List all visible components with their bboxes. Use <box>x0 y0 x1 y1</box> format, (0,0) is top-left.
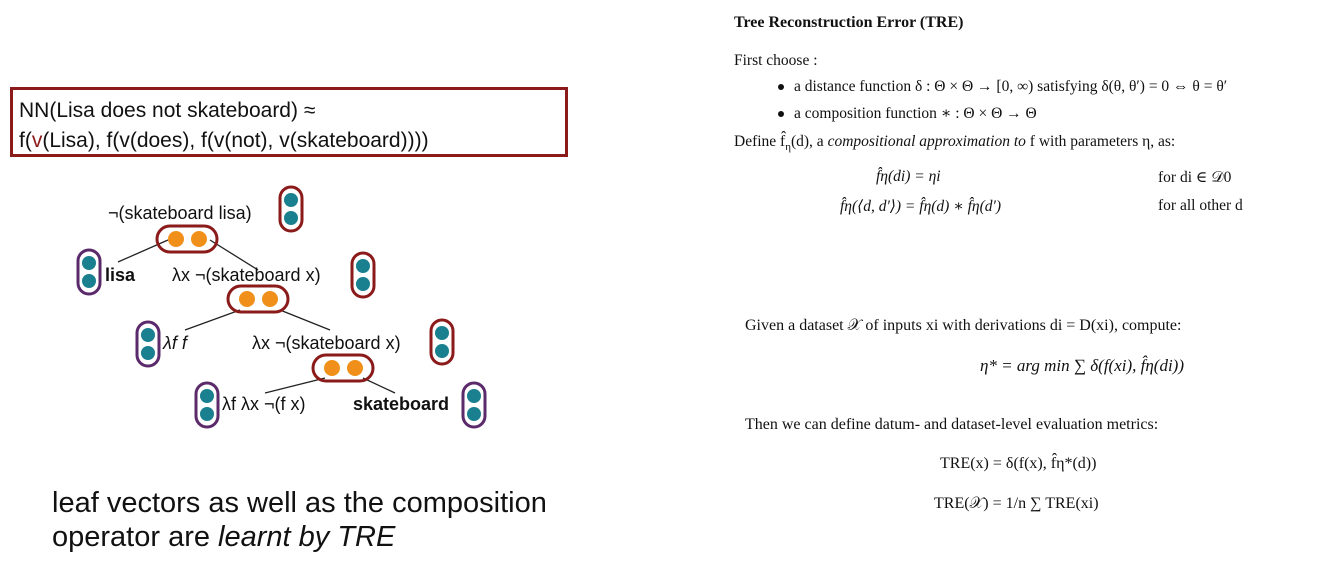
define-italic: compositional approximation to <box>827 133 1026 150</box>
root-composition <box>155 224 219 254</box>
skate-vector <box>461 381 487 429</box>
define-end: f with parameters η, as: <box>1025 133 1176 150</box>
root-label: ¬(skateboard lisa) <box>108 203 252 223</box>
bullet-dot-1 <box>778 84 784 91</box>
eq2-cond: for all other d <box>1158 197 1243 214</box>
ff-label: λf f <box>162 333 189 353</box>
node2-vector <box>350 251 376 299</box>
define-plain: Define f̂ <box>734 133 786 150</box>
eq1-cond: for di ∈ 𝒟0 <box>1158 169 1232 186</box>
formula-v: v <box>31 129 43 152</box>
caption-plain: operator are <box>52 521 219 553</box>
node3-vector <box>429 318 455 366</box>
node3-composition <box>311 353 375 383</box>
bullet-2-text: a composition function ∗ : Θ × Θ → Θ <box>794 105 1037 122</box>
given-line: Given a dataset 𝒳 of inputs xi with deri… <box>745 317 1182 334</box>
node2-label: λx ¬(skateboard x) <box>172 265 321 285</box>
formula-line-2: f(v(Lisa), f(v(does), f(v(not), v(skateb… <box>19 126 565 156</box>
first-choose: First choose : <box>734 52 818 69</box>
argmin-eq: η* = arg min ∑ δ(f(xi), f̂η(di)) <box>980 356 1184 375</box>
bullet-distance: a distance function δ : Θ × Θ → [0, ∞) s… <box>778 78 1227 96</box>
edge-node3-leaf <box>264 377 326 394</box>
bullet-composition: a composition function ∗ : Θ × Θ → Θ <box>778 104 1037 123</box>
tre-heading: Tree Reconstruction Error (TRE) <box>734 14 963 32</box>
ff-vector <box>135 320 161 368</box>
heading-main: Tree Reconstruction Error ( <box>734 14 926 31</box>
lisa-vector <box>76 248 102 296</box>
formula-f: f( <box>19 129 32 152</box>
leaf-label: λf λx ¬(f x) <box>222 394 306 414</box>
then-line: Then we can define datum- and dataset-le… <box>745 416 1159 433</box>
node3-label: λx ¬(skateboard x) <box>252 333 401 353</box>
derivation-tree: ¬(skateboard lisa) lisa λx ¬(skateboard … <box>76 185 487 429</box>
caption-line-1: leaf vectors as well as the composition <box>52 487 547 519</box>
eq1-lhs: f̂η(di) = ηi <box>876 168 941 185</box>
define-rest: (d), a <box>790 133 828 150</box>
edge-root-lisa <box>117 239 169 263</box>
tre-datum-eq: TRE(x) = δ(f(x), f̂η*(d)) <box>940 455 1097 472</box>
skate-label: skateboard <box>353 394 449 414</box>
node2-composition <box>226 284 290 314</box>
formula-box: NN(Lisa does not skateboard) ≈ f(v(Lisa)… <box>10 87 568 157</box>
bullet-1-text: a distance function δ : Θ × Θ → [0, ∞) s… <box>794 78 1228 95</box>
lisa-label: lisa <box>105 265 136 285</box>
heading-sc: TRE <box>925 14 959 31</box>
eq2-lhs: f̂η(⟨d, d′⟩) = f̂η(d) ∗ f̂η(d′) <box>840 198 1002 215</box>
caption-line-2: operator are learnt by TRE <box>52 520 547 554</box>
formula-rest: (Lisa), f(v(does), f(v(not), v(skateboar… <box>42 129 429 152</box>
root-vector <box>278 185 304 233</box>
bottom-caption: leaf vectors as well as the composition … <box>52 486 547 554</box>
bullet-dot-2 <box>778 111 784 118</box>
heading-close: ) <box>958 14 964 31</box>
caption-italic: learnt by TRE <box>218 521 396 553</box>
tre-dataset-eq: TRE(𝒳) = 1/n ∑ TRE(xi) <box>934 495 1099 512</box>
formula-line-1: NN(Lisa does not skateboard) ≈ <box>19 99 316 122</box>
edge-node2-ff <box>184 309 241 331</box>
define-line: Define f̂η(d), a compositional approxima… <box>734 133 1176 154</box>
leaf-vector <box>194 381 220 429</box>
edge-node2-node3 <box>279 309 331 331</box>
